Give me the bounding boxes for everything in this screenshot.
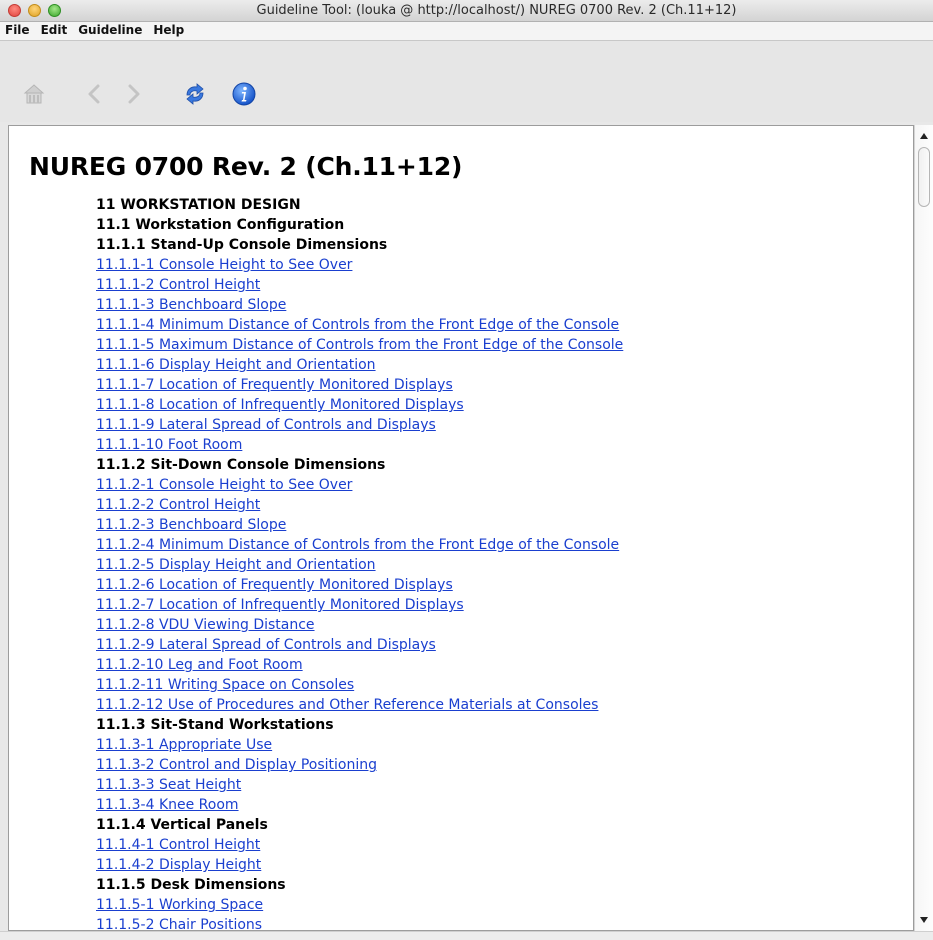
section-heading: 11.1.2 Sit-Down Console Dimensions bbox=[96, 457, 386, 473]
guideline-link[interactable]: 11.1.1-4 Minimum Distance of Controls fr… bbox=[96, 315, 896, 335]
guideline-link[interactable]: 11.1.1-6 Display Height and Orientation bbox=[96, 355, 896, 375]
guideline-link[interactable]: 11.1.5-2 Chair Positions bbox=[96, 915, 896, 930]
guideline-link[interactable]: 11.1.2-4 Minimum Distance of Controls fr… bbox=[96, 535, 896, 555]
guideline-link[interactable]: 11.1.1-2 Control Height bbox=[96, 275, 896, 295]
document-title: NUREG 0700 Rev. 2 (Ch.11+12) bbox=[29, 152, 463, 181]
section-heading: 11.1.3 Sit-Stand Workstations bbox=[96, 717, 334, 733]
close-window-button[interactable] bbox=[8, 4, 21, 17]
guideline-link[interactable]: 11.1.1-9 Lateral Spread of Controls and … bbox=[96, 415, 896, 435]
home-button[interactable] bbox=[20, 80, 48, 108]
back-button[interactable] bbox=[80, 80, 108, 108]
guideline-link[interactable]: 11.1.3-4 Knee Room bbox=[96, 795, 896, 815]
menu-guideline[interactable]: Guideline bbox=[78, 22, 142, 37]
guideline-link[interactable]: 11.1.1-5 Maximum Distance of Controls fr… bbox=[96, 335, 896, 355]
guideline-link[interactable]: 11.1.3-1 Appropriate Use bbox=[96, 735, 896, 755]
table-of-contents: 11 WORKSTATION DESIGN 11.1 Workstation Co… bbox=[96, 195, 896, 930]
info-button[interactable] bbox=[230, 80, 258, 108]
section-heading: 11.1 Workstation Configuration bbox=[96, 217, 345, 233]
forward-button[interactable] bbox=[120, 80, 148, 108]
section-heading: 11.1.1 Stand-Up Console Dimensions bbox=[96, 237, 388, 253]
menu-bar: File Edit Guideline Help bbox=[0, 22, 933, 41]
refresh-icon bbox=[186, 83, 204, 105]
guideline-link[interactable]: 11.1.2-9 Lateral Spread of Controls and … bbox=[96, 635, 896, 655]
menu-edit[interactable]: Edit bbox=[41, 22, 68, 37]
document-view[interactable]: NUREG 0700 Rev. 2 (Ch.11+12) 11 WORKSTAT… bbox=[8, 125, 914, 931]
home-icon bbox=[23, 84, 45, 104]
guideline-link[interactable]: 11.1.1-8 Location of Infrequently Monito… bbox=[96, 395, 896, 415]
section-heading: 11.1.4 Vertical Panels bbox=[96, 817, 268, 833]
guideline-link[interactable]: 11.1.1-7 Location of Frequently Monitore… bbox=[96, 375, 896, 395]
guideline-link[interactable]: 11.1.3-2 Control and Display Positioning bbox=[96, 755, 896, 775]
forward-arrow-icon bbox=[128, 84, 140, 104]
title-bar: Guideline Tool: (louka @ http://localhos… bbox=[0, 0, 933, 22]
guideline-link[interactable]: 11.1.1-1 Console Height to See Over bbox=[96, 255, 896, 275]
guideline-link[interactable]: 11.1.4-2 Display Height bbox=[96, 855, 896, 875]
guideline-link[interactable]: 11.1.2-12 Use of Procedures and Other Re… bbox=[96, 695, 896, 715]
guideline-link[interactable]: 11.1.2-8 VDU Viewing Distance bbox=[96, 615, 896, 635]
guideline-link[interactable]: 11.1.2-10 Leg and Foot Room bbox=[96, 655, 896, 675]
menu-file[interactable]: File bbox=[5, 22, 30, 37]
guideline-link[interactable]: 11.1.2-7 Location of Infrequently Monito… bbox=[96, 595, 896, 615]
guideline-link[interactable]: 11.1.2-6 Location of Frequently Monitore… bbox=[96, 575, 896, 595]
guideline-link[interactable]: 11.1.2-1 Console Height to See Over bbox=[96, 475, 896, 495]
section-heading: 11.1.5 Desk Dimensions bbox=[96, 877, 286, 893]
guideline-link[interactable]: 11.1.1-3 Benchboard Slope bbox=[96, 295, 896, 315]
section-heading: 11 WORKSTATION DESIGN bbox=[96, 197, 301, 213]
guideline-link[interactable]: 11.1.2-3 Benchboard Slope bbox=[96, 515, 896, 535]
guideline-link[interactable]: 11.1.1-10 Foot Room bbox=[96, 435, 896, 455]
guideline-link[interactable]: 11.1.2-2 Control Height bbox=[96, 495, 896, 515]
window-title: Guideline Tool: (louka @ http://localhos… bbox=[256, 3, 737, 18]
scroll-down-arrow-icon[interactable] bbox=[920, 917, 928, 923]
guideline-link[interactable]: 11.1.4-1 Control Height bbox=[96, 835, 896, 855]
refresh-button[interactable] bbox=[181, 80, 209, 108]
minimize-window-button[interactable] bbox=[28, 4, 41, 17]
status-bar bbox=[0, 931, 933, 940]
back-arrow-icon bbox=[88, 84, 100, 104]
scroll-thumb[interactable] bbox=[918, 147, 930, 207]
guideline-link[interactable]: 11.1.2-11 Writing Space on Consoles bbox=[96, 675, 896, 695]
guideline-link[interactable]: 11.1.2-5 Display Height and Orientation bbox=[96, 555, 896, 575]
vertical-scrollbar[interactable] bbox=[914, 125, 933, 931]
zoom-window-button[interactable] bbox=[48, 4, 61, 17]
guideline-link[interactable]: 11.1.5-1 Working Space bbox=[96, 895, 896, 915]
info-icon bbox=[232, 82, 256, 106]
menu-help[interactable]: Help bbox=[153, 22, 184, 37]
guideline-link[interactable]: 11.1.3-3 Seat Height bbox=[96, 775, 896, 795]
scroll-up-arrow-icon[interactable] bbox=[920, 133, 928, 139]
